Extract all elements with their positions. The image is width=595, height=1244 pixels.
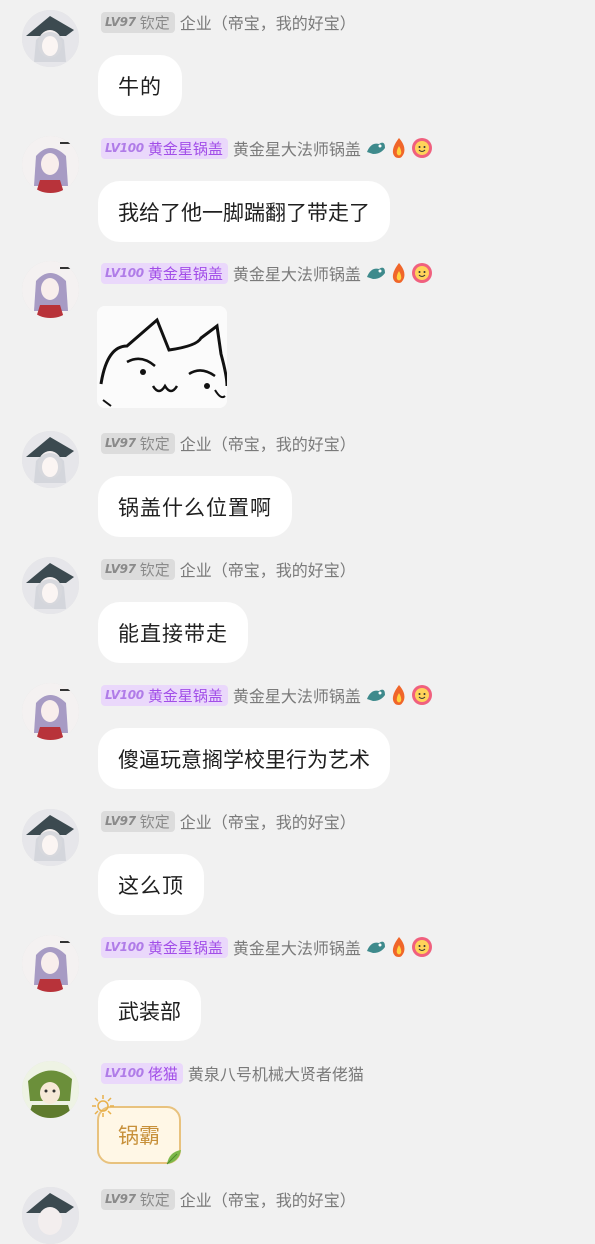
message-bubble[interactable]: 这么顶 bbox=[98, 854, 204, 915]
cat-face-sticker[interactable] bbox=[97, 306, 227, 408]
message-header: LV100 佬猫 黄泉八号机械大贤者佬猫 bbox=[101, 1061, 364, 1085]
avatar[interactable] bbox=[22, 136, 79, 193]
avatar[interactable] bbox=[22, 557, 79, 614]
message-header: LV97 钦定 企业（帝宝，我的好宝） bbox=[101, 809, 356, 833]
avatar[interactable] bbox=[22, 809, 79, 866]
level-badge: LV97 钦定 bbox=[101, 810, 175, 832]
level-badge: LV97 钦定 bbox=[101, 558, 175, 580]
sun-icon bbox=[92, 1095, 114, 1117]
user-title: 企业（帝宝，我的好宝） bbox=[179, 14, 356, 33]
level-badge: LV100 黄金星锅盖 bbox=[101, 684, 228, 706]
user-title: 企业（帝宝，我的好宝） bbox=[179, 561, 356, 580]
avatar[interactable] bbox=[22, 431, 79, 488]
avatar[interactable] bbox=[22, 1061, 79, 1118]
user-title: 企业（帝宝，我的好宝） bbox=[179, 435, 356, 454]
avatar[interactable] bbox=[22, 10, 79, 67]
smile-icon bbox=[411, 937, 432, 957]
user-title: 企业（帝宝，我的好宝） bbox=[179, 813, 356, 832]
message-header: LV100 黄金星锅盖 黄金星大法师锅盖 bbox=[101, 935, 433, 959]
message-bubble[interactable]: 傻逼玩意搁学校里行为艺术 bbox=[98, 728, 390, 789]
level-badge: LV100 黄金星锅盖 bbox=[101, 262, 228, 284]
message-header: LV100 黄金星锅盖 黄金星大法师锅盖 bbox=[101, 136, 433, 160]
smile-icon bbox=[411, 263, 432, 283]
leaf-icon bbox=[166, 1150, 181, 1165]
fire-icon bbox=[392, 138, 405, 158]
message-header: LV97 钦定 企业（帝宝，我的好宝） bbox=[101, 557, 356, 581]
message-header: LV97 钦定 企业（帝宝，我的好宝） bbox=[101, 10, 356, 34]
gift-bubble[interactable]: 锅霸 bbox=[92, 1095, 181, 1165]
level-badge: LV97 钦定 bbox=[101, 432, 175, 454]
dragon-icon bbox=[366, 142, 385, 154]
avatar[interactable] bbox=[22, 683, 79, 740]
level-badge: LV97 钦定 bbox=[101, 11, 175, 33]
level-badge: LV100 黄金星锅盖 bbox=[101, 137, 228, 159]
level-badge: LV97 钦定 bbox=[101, 1188, 175, 1210]
message-bubble[interactable]: 武装部 bbox=[98, 980, 201, 1041]
message-bubble[interactable]: 锅盖什么位置啊 bbox=[98, 476, 292, 537]
avatar[interactable] bbox=[22, 261, 79, 318]
user-title: 黄金星大法师锅盖 bbox=[232, 140, 361, 159]
fire-icon bbox=[392, 937, 405, 957]
level-badge: LV100 佬猫 bbox=[101, 1062, 183, 1084]
user-title: 黄金星大法师锅盖 bbox=[232, 939, 361, 958]
level-badge: LV100 黄金星锅盖 bbox=[101, 936, 228, 958]
message-bubble[interactable]: 我给了他一脚踹翻了带走了 bbox=[98, 181, 390, 242]
user-title: 黄泉八号机械大贤者佬猫 bbox=[187, 1065, 364, 1084]
smile-icon bbox=[411, 685, 432, 705]
message-header: LV100 黄金星锅盖 黄金星大法师锅盖 bbox=[101, 683, 433, 707]
user-title: 黄金星大法师锅盖 bbox=[232, 687, 361, 706]
message-bubble[interactable]: 能直接带走 bbox=[98, 602, 248, 663]
dragon-icon bbox=[366, 941, 385, 953]
dragon-icon bbox=[366, 689, 385, 701]
fire-icon bbox=[392, 263, 405, 283]
message-header: LV97 钦定 企业（帝宝，我的好宝） bbox=[101, 431, 356, 455]
dragon-icon bbox=[366, 267, 385, 279]
message-bubble[interactable]: 牛的 bbox=[98, 55, 182, 116]
user-title: 企业（帝宝，我的好宝） bbox=[179, 1191, 356, 1210]
avatar[interactable] bbox=[22, 935, 79, 992]
message-header: LV97 钦定 企业（帝宝，我的好宝） bbox=[101, 1187, 356, 1211]
avatar[interactable] bbox=[22, 1187, 79, 1244]
user-title: 黄金星大法师锅盖 bbox=[232, 265, 361, 284]
smile-icon bbox=[411, 138, 432, 158]
message-header: LV100 黄金星锅盖 黄金星大法师锅盖 bbox=[101, 261, 433, 285]
fire-icon bbox=[392, 685, 405, 705]
gift-text: 锅霸 bbox=[118, 1124, 160, 1148]
